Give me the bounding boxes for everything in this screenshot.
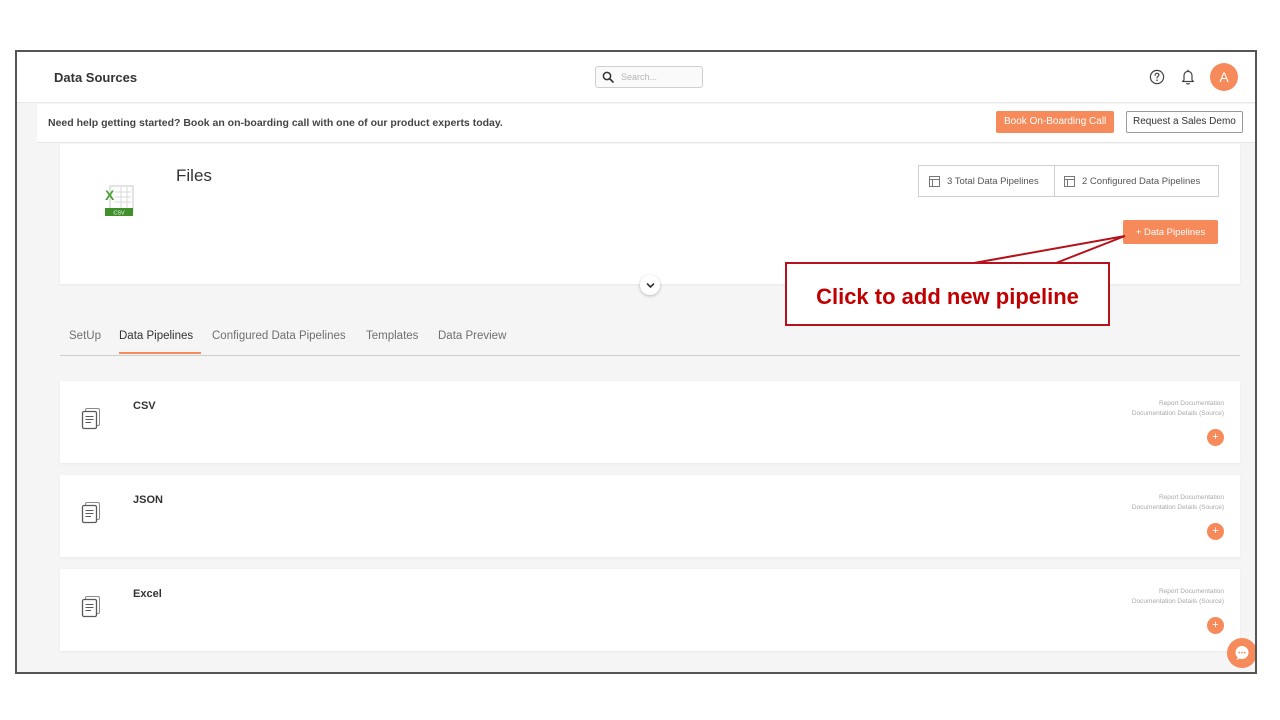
request-demo-button[interactable]: Request a Sales Demo — [1126, 111, 1243, 133]
add-pipeline-button[interactable]: + — [1207, 523, 1224, 540]
total-pipelines-label: 3 Total Data Pipelines — [947, 175, 1039, 187]
table-icon — [1064, 175, 1075, 187]
banner-text: Need help getting started? Book an on-bo… — [48, 117, 503, 129]
help-icon[interactable] — [1149, 69, 1165, 85]
chat-launcher[interactable] — [1227, 638, 1255, 668]
annotation-callout: Click to add new pipeline — [785, 262, 1110, 326]
add-pipeline-button[interactable]: + — [1207, 429, 1224, 446]
configured-pipelines-label: 2 Configured Data Pipelines — [1082, 175, 1201, 187]
document-icon — [81, 596, 100, 618]
search-box[interactable] — [595, 66, 703, 88]
documentation-details-link[interactable]: Documentation Details (Source) — [1132, 598, 1224, 605]
search-input[interactable] — [619, 71, 693, 83]
tab-data-pipelines[interactable]: Data Pipelines — [119, 330, 202, 354]
onboarding-banner: Need help getting started? Book an on-bo… — [37, 104, 1255, 143]
pipeline-name: JSON — [133, 494, 163, 506]
table-icon — [929, 175, 940, 187]
pipeline-card[interactable]: JSON Report Documentation Documentation … — [60, 475, 1240, 557]
report-documentation-link[interactable]: Report Documentation — [1159, 494, 1224, 501]
app-window: Data Sources A Need help getting started… — [15, 50, 1257, 674]
avatar[interactable]: A — [1210, 63, 1238, 91]
collapse-toggle[interactable] — [640, 275, 660, 295]
pipeline-name: CSV — [133, 400, 156, 412]
csv-logo-label: CSV — [113, 211, 125, 217]
total-pipelines-stat: 3 Total Data Pipelines — [918, 165, 1055, 197]
document-icon — [81, 408, 100, 430]
tab-data-preview[interactable]: Data Preview — [438, 330, 506, 352]
configured-pipelines-stat: 2 Configured Data Pipelines — [1055, 165, 1219, 197]
document-icon — [81, 502, 100, 524]
page-title: Data Sources — [54, 70, 138, 85]
tab-templates[interactable]: Templates — [366, 330, 418, 352]
book-onboarding-button[interactable]: Book On-Boarding Call — [996, 111, 1115, 133]
csv-file-logo: X CSV — [105, 185, 134, 217]
chevron-down-icon — [646, 282, 654, 288]
report-documentation-link[interactable]: Report Documentation — [1159, 400, 1224, 407]
add-data-pipeline-button[interactable]: + Data Pipelines — [1123, 220, 1218, 244]
annotation-text: Click to add new pipeline — [816, 284, 1079, 309]
svg-text:X: X — [105, 187, 115, 203]
chat-icon — [1235, 646, 1249, 660]
top-bar: Data Sources A — [17, 52, 1255, 103]
documentation-details-link[interactable]: Documentation Details (Source) — [1132, 410, 1224, 417]
search-icon — [602, 71, 614, 83]
report-documentation-link[interactable]: Report Documentation — [1159, 588, 1224, 595]
pipeline-card[interactable]: CSV Report Documentation Documentation D… — [60, 381, 1240, 463]
add-pipeline-button[interactable]: + — [1207, 617, 1224, 634]
pipeline-card[interactable]: Excel Report Documentation Documentation… — [60, 569, 1240, 651]
source-title: Files — [176, 166, 212, 185]
tab-bar: SetUp Data Pipelines Configured Data Pip… — [60, 322, 1240, 356]
notification-bell-icon[interactable] — [1180, 68, 1196, 86]
pipeline-name: Excel — [133, 588, 162, 600]
tab-setup[interactable]: SetUp — [69, 330, 101, 352]
tab-configured-data-pipelines[interactable]: Configured Data Pipelines — [212, 330, 346, 352]
documentation-details-link[interactable]: Documentation Details (Source) — [1132, 504, 1224, 511]
